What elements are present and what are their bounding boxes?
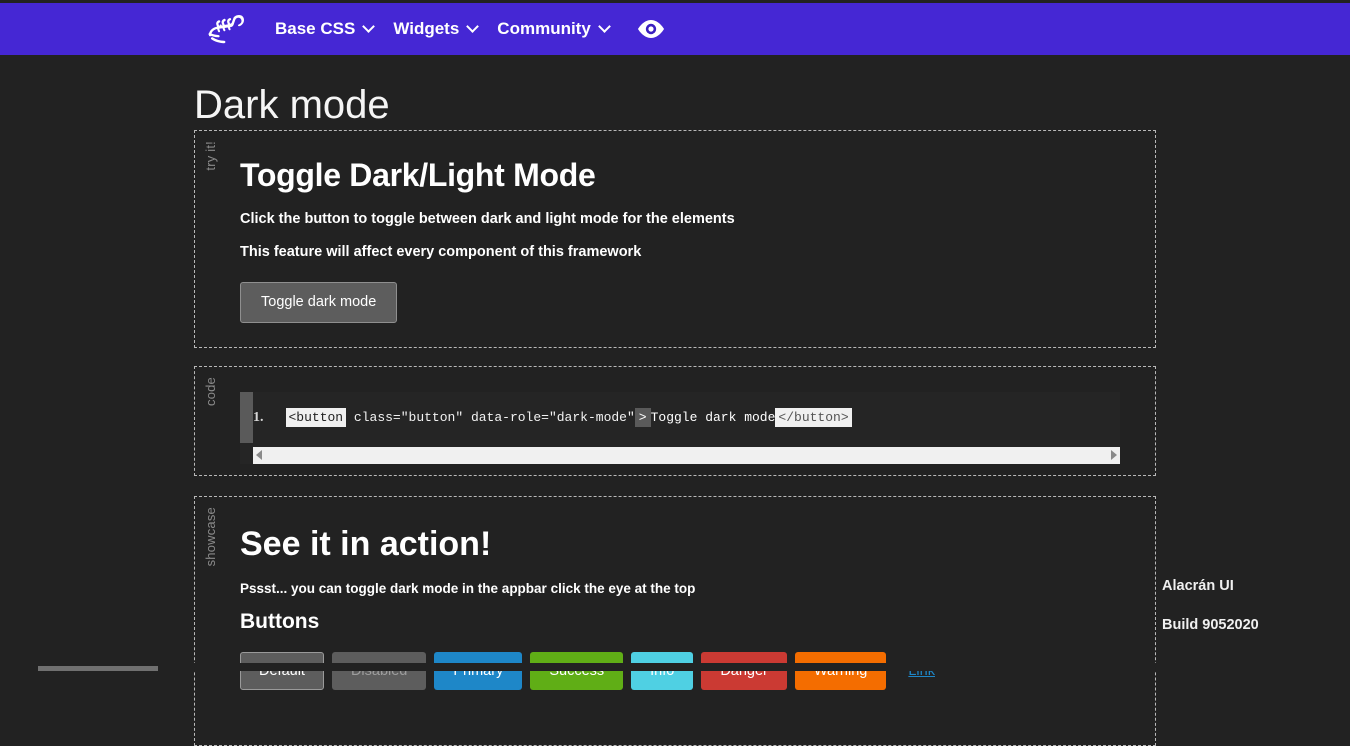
code-token-text: Toggle dark mode [651,410,776,425]
showcase-heading: See it in action! [240,525,1155,564]
try-it-heading: Toggle Dark/Light Mode [240,157,1155,194]
code-card: code 1. <button class="button" data-role=… [194,366,1156,476]
code-token-attrs [346,410,354,425]
footer-build-number: Build 9052020 [1162,617,1322,633]
try-it-paragraph-1: Click the button to toggle between dark … [240,211,1155,227]
button-default[interactable]: Default [240,652,324,691]
nav-label-widgets: Widgets [393,19,459,39]
chevron-down-icon [466,20,479,33]
code-token-tag-open: <button [286,408,347,427]
button-info[interactable]: Info [631,652,693,691]
code-line-number: 1. [253,410,264,425]
scroll-right-arrow-icon[interactable] [1111,450,1117,460]
try-it-paragraph-2: This feature will affect every component… [240,244,1155,260]
button-warning[interactable]: Warning [795,652,886,691]
code-horizontal-scrollbar[interactable] [253,447,1120,464]
code-block: 1. <button class="button" data-role="dark… [240,392,1120,464]
eye-icon[interactable] [629,3,673,55]
code-line-1: 1. <button class="button" data-role="dark… [253,410,852,426]
page-scroll-thumb[interactable] [38,666,158,671]
page-title: Dark mode [0,55,1350,130]
code-gutter-bar [240,392,253,443]
showcase-button-row: Default Disabled Primary Success Info Da… [240,652,1155,691]
nav-label-community: Community [497,19,591,39]
toggle-dark-mode-button[interactable]: Toggle dark mode [240,282,397,323]
code-token-attrs-text: class="button" data-role="dark-mode" [354,410,635,425]
chevron-down-icon [598,20,611,33]
nav-label-base-css: Base CSS [275,19,355,39]
code-token-tag-close: </button> [775,408,851,427]
chevron-down-icon [362,20,375,33]
nav-item-base-css[interactable]: Base CSS [265,3,383,55]
page-horizontal-scrollbar[interactable] [0,663,1350,671]
showcase-subheading: Buttons [240,610,1155,634]
showcase-side-label: showcase [203,507,218,566]
nav-item-community[interactable]: Community [487,3,619,55]
button-success[interactable]: Success [530,652,623,691]
footer: Alacrán UI Build 9052020 [1162,578,1322,633]
button-primary[interactable]: Primary [434,652,522,691]
scroll-left-arrow-icon[interactable] [256,450,262,460]
code-side-label: code [203,377,218,406]
nav-item-widgets[interactable]: Widgets [383,3,487,55]
button-disabled: Disabled [332,652,426,691]
showcase-card: showcase See it in action! Pssst... you … [194,496,1156,746]
appbar: Base CSS Widgets Community [0,3,1350,55]
scorpion-logo-icon[interactable] [205,9,251,49]
try-it-card: try it! Toggle Dark/Light Mode Click the… [194,130,1156,348]
footer-product-name: Alacrán UI [1162,578,1322,594]
showcase-paragraph: Pssst... you can toggle dark mode in the… [240,581,1155,596]
page-content: Dark mode try it! Toggle Dark/Light Mode… [0,55,1350,746]
try-it-side-label: try it! [203,141,218,171]
button-danger[interactable]: Danger [701,652,787,691]
code-token-gt: > [635,408,651,427]
